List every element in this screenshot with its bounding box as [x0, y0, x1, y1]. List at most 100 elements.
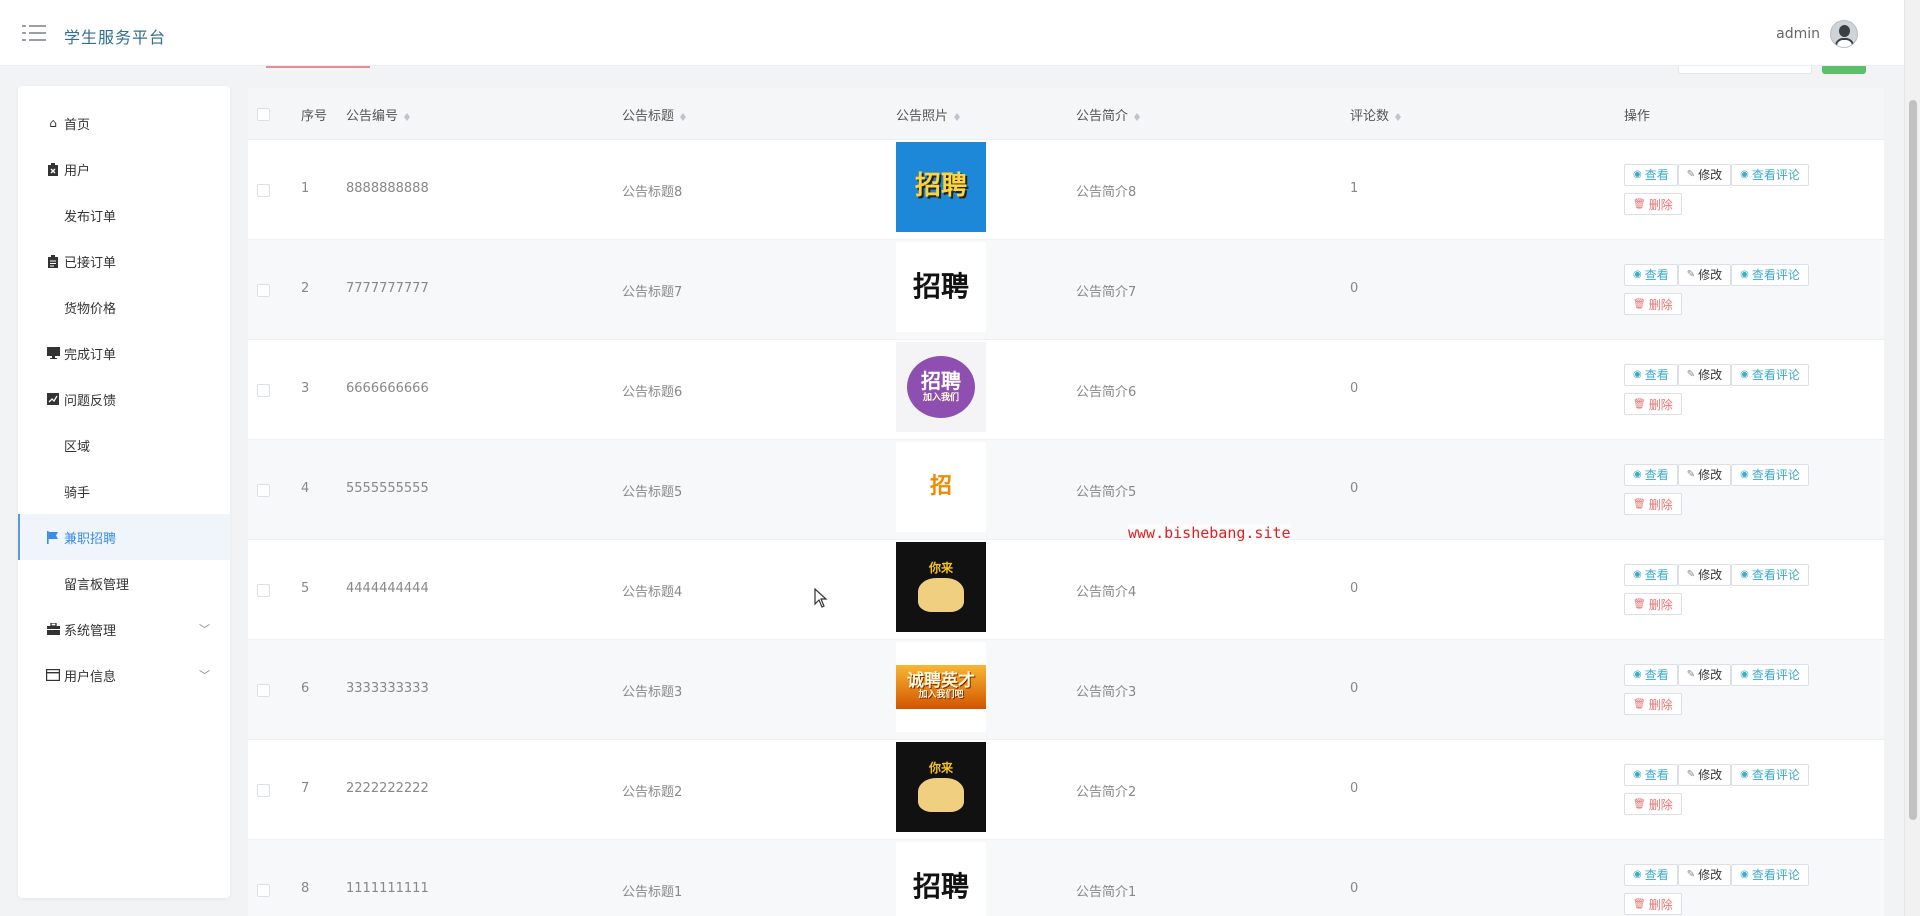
view-comments-button[interactable]: ◉ 查看评论	[1731, 663, 1809, 686]
sidebar-item-system[interactable]: 系统管理 ﹀	[18, 606, 230, 652]
col-index: 序号	[301, 109, 328, 124]
announcement-photo[interactable]: 你来	[896, 542, 986, 632]
select-all-checkbox[interactable]	[257, 108, 270, 121]
row-checkbox[interactable]	[257, 484, 270, 497]
row-actions: ◉ 查看 ✎ 修改 ◉ 查看评论 🗑 删除	[1624, 462, 1824, 521]
view-button[interactable]: ◉ 查看	[1624, 563, 1678, 586]
sidebar-item-message-board[interactable]: 留言板管理	[18, 560, 230, 606]
sidebar-item-part-time-jobs[interactable]: 兼职招聘	[18, 514, 230, 560]
delete-button[interactable]: 🗑 删除	[1624, 293, 1682, 315]
delete-button[interactable]: 🗑 删除	[1624, 393, 1682, 415]
row-checkbox[interactable]	[257, 884, 270, 897]
edit-button[interactable]: ✎ 修改	[1677, 463, 1732, 486]
edit-button[interactable]: ✎ 修改	[1677, 363, 1732, 386]
edit-button[interactable]: ✎ 修改	[1677, 263, 1732, 286]
cell-comments: 0	[1350, 581, 1359, 596]
view-comments-button[interactable]: ◉ 查看评论	[1731, 463, 1809, 486]
col-photo[interactable]: 公告照片	[896, 105, 961, 124]
clipboard-x-icon	[46, 162, 60, 176]
col-code[interactable]: 公告编号	[346, 105, 411, 124]
user-menu[interactable]: admin	[1776, 20, 1858, 48]
delete-button[interactable]: 🗑 删除	[1624, 193, 1682, 215]
announcement-photo[interactable]: 招聘	[896, 842, 986, 916]
col-intro[interactable]: 公告简介	[1076, 105, 1141, 124]
edit-icon: ✎	[1686, 569, 1696, 580]
row-actions: ◉ 查看 ✎ 修改 ◉ 查看评论 🗑 删除	[1624, 862, 1824, 916]
view-comments-button[interactable]: ◉ 查看评论	[1731, 763, 1809, 786]
table-row: 7 2222222222 公告标题2 你来 公告简介2 0 ◉ 查看 ✎ 修改 ◉ 查看评…	[248, 740, 1884, 840]
page-scrollbar[interactable]	[1904, 0, 1920, 916]
edit-button[interactable]: ✎ 修改	[1677, 663, 1732, 686]
edit-button[interactable]: ✎ 修改	[1677, 563, 1732, 586]
sidebar-item-feedback[interactable]: 问题反馈	[18, 376, 230, 422]
eye-icon: ◉	[1633, 869, 1642, 880]
sidebar-item-completed-orders[interactable]: 完成订单	[18, 330, 230, 376]
delete-button[interactable]: 🗑 删除	[1624, 893, 1682, 915]
col-comments[interactable]: 评论数	[1350, 105, 1402, 124]
top-header: 学生服务平台 admin	[0, 0, 1920, 66]
sidebar-item-users[interactable]: 用户	[18, 146, 230, 192]
sidebar-item-user-info[interactable]: 用户信息 ﹀	[18, 652, 230, 698]
cell-title: 公告标题1	[622, 885, 683, 900]
view-comments-button[interactable]: ◉ 查看评论	[1731, 363, 1809, 386]
sidebar-item-rider[interactable]: 骑手	[18, 468, 230, 514]
announcement-photo[interactable]: 招聘 加入我们	[896, 342, 986, 432]
delete-button[interactable]: 🗑 删除	[1624, 693, 1682, 715]
search-input[interactable]	[1678, 66, 1812, 74]
announcement-photo[interactable]: 诚聘英才 加入我们吧	[896, 642, 986, 732]
table-row: 4 5555555555 公告标题5 招 公告简介5 0 ◉ 查看 ✎ 修改 ◉ 查看评论…	[248, 440, 1884, 540]
announcement-table: 序号 公告编号 公告标题 公告照片 公告简介 评论数 操作 1 88888888…	[248, 88, 1884, 916]
cell-intro: 公告简介7	[1076, 285, 1137, 300]
cell-intro: 公告简介3	[1076, 685, 1137, 700]
trash-icon: 🗑	[1633, 698, 1646, 710]
col-title[interactable]: 公告标题	[622, 105, 687, 124]
scrollbar-thumb[interactable]	[1909, 100, 1917, 820]
view-comments-button[interactable]: ◉ 查看评论	[1731, 863, 1809, 886]
edit-icon: ✎	[1686, 369, 1696, 380]
view-button[interactable]: ◉ 查看	[1624, 263, 1678, 286]
row-checkbox[interactable]	[257, 684, 270, 697]
announcement-photo[interactable]: 招聘	[896, 142, 986, 232]
edit-button[interactable]: ✎ 修改	[1677, 163, 1732, 186]
grid-icon	[46, 438, 60, 452]
announcement-photo[interactable]: 招聘	[896, 242, 986, 332]
eye-icon: ◉	[1740, 869, 1749, 880]
delete-button[interactable]: 🗑 删除	[1624, 793, 1682, 815]
edit-button[interactable]: ✎ 修改	[1677, 763, 1732, 786]
trash-icon: 🗑	[1633, 198, 1646, 210]
search-button[interactable]	[1822, 66, 1866, 74]
row-checkbox[interactable]	[257, 184, 270, 197]
row-actions: ◉ 查看 ✎ 修改 ◉ 查看评论 🗑 删除	[1624, 662, 1824, 721]
view-button[interactable]: ◉ 查看	[1624, 763, 1678, 786]
view-button[interactable]: ◉ 查看	[1624, 463, 1678, 486]
sidebar-item-home[interactable]: ⌂ 首页	[18, 100, 230, 146]
view-button[interactable]: ◉ 查看	[1624, 863, 1678, 886]
edit-button[interactable]: ✎ 修改	[1677, 863, 1732, 886]
cell-code: 8888888888	[346, 181, 429, 196]
eye-icon: ◉	[1740, 569, 1749, 580]
sidebar-item-publish-orders[interactable]: 发布订单	[18, 192, 230, 238]
view-button[interactable]: ◉ 查看	[1624, 663, 1678, 686]
view-button[interactable]: ◉ 查看	[1624, 363, 1678, 386]
announcement-photo[interactable]: 招	[896, 442, 986, 532]
sidebar-item-accepted-orders[interactable]: 已接订单	[18, 238, 230, 284]
delete-button[interactable]: 🗑 删除	[1624, 493, 1682, 515]
view-comments-button[interactable]: ◉ 查看评论	[1731, 263, 1809, 286]
clipboard-icon	[46, 254, 60, 268]
view-button[interactable]: ◉ 查看	[1624, 163, 1678, 186]
view-comments-button[interactable]: ◉ 查看评论	[1731, 563, 1809, 586]
sidebar-item-label: 系统管理	[64, 623, 117, 639]
menu-toggle-icon[interactable]	[22, 23, 46, 43]
delete-button[interactable]: 🗑 删除	[1624, 593, 1682, 615]
row-checkbox[interactable]	[257, 784, 270, 797]
sidebar-item-goods-price[interactable]: 货物价格	[18, 284, 230, 330]
username: admin	[1776, 26, 1820, 42]
avatar[interactable]	[1830, 20, 1858, 48]
row-checkbox[interactable]	[257, 284, 270, 297]
row-checkbox[interactable]	[257, 584, 270, 597]
announcement-photo[interactable]: 你来	[896, 742, 986, 832]
cell-intro: 公告简介5	[1076, 485, 1137, 500]
view-comments-button[interactable]: ◉ 查看评论	[1731, 163, 1809, 186]
row-checkbox[interactable]	[257, 384, 270, 397]
sidebar-item-region[interactable]: 区域	[18, 422, 230, 468]
